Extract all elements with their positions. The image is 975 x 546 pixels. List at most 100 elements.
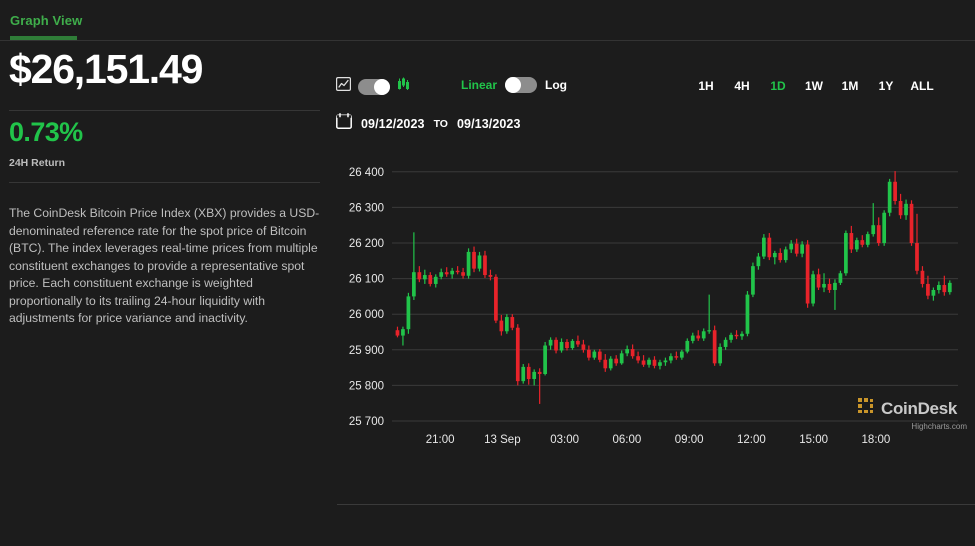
chart-type-toggle-group (336, 77, 410, 96)
x-axis-tick-label: 18:00 (862, 434, 891, 446)
candlestick (477, 251, 482, 272)
candlestick-chart-icon[interactable] (397, 77, 410, 96)
candlestick (805, 240, 810, 308)
candlestick (592, 349, 597, 360)
y-axis-tick-label: 25 800 (349, 380, 384, 392)
candlestick (565, 339, 569, 351)
candlestick (701, 328, 706, 341)
calendar-icon[interactable] (336, 113, 352, 134)
scale-linear-label[interactable]: Linear (461, 78, 497, 92)
candlestick (433, 274, 438, 288)
candlestick (789, 240, 794, 253)
divider-top (9, 110, 320, 111)
candlestick (428, 272, 433, 287)
date-range-picker[interactable]: 09/12/2023 TO 09/13/2023 (336, 113, 521, 134)
scale-switch[interactable] (505, 77, 538, 93)
candlestick (499, 314, 504, 336)
graph-view-page: Graph View $26,151.49 0.73% 24H Return T… (0, 0, 975, 546)
candlestick (838, 270, 843, 286)
candlestick (882, 210, 887, 246)
x-axis-tick-label: 13 Sep (484, 434, 520, 446)
candlestick (439, 268, 444, 280)
candlestick (630, 344, 635, 359)
candlestick (937, 281, 941, 294)
x-axis-tick-label: 15:00 (799, 434, 828, 446)
coindesk-logo-icon (857, 397, 875, 420)
candlestick (887, 178, 892, 217)
candlestick (663, 357, 668, 366)
date-from[interactable]: 09/12/2023 (361, 117, 425, 131)
candlestick (718, 343, 722, 366)
tab-bar: Graph View (0, 0, 975, 41)
candlestick-chart[interactable]: 25 700 25 800 25 900 26 000 26 100 26 200 26 3… (330, 146, 975, 506)
candlestick (783, 246, 788, 263)
candlestick (915, 213, 919, 275)
range-button-1d[interactable]: 1D (760, 75, 796, 97)
candlestick (947, 280, 952, 295)
range-button-1m[interactable]: 1M (832, 75, 868, 97)
candlestick (800, 241, 805, 258)
candlestick (740, 331, 744, 340)
candlestick (876, 217, 881, 246)
candlestick (515, 324, 520, 386)
change-label: 24H Return (9, 157, 66, 169)
change-percent: 0.73% (9, 117, 83, 147)
candlestick (756, 252, 761, 270)
candlestick (690, 332, 695, 344)
candlestick (871, 203, 876, 237)
candlestick (860, 235, 865, 248)
y-axis-tick-label: 26 000 (349, 309, 384, 321)
range-button-1y[interactable]: 1Y (868, 75, 904, 97)
x-axis-tick-label: 12:00 (737, 434, 766, 446)
candlestick (762, 234, 766, 260)
candlestick (931, 287, 936, 301)
candlestick (401, 326, 405, 346)
candlestick (504, 314, 509, 334)
highcharts-credit[interactable]: Highcharts.com (911, 422, 967, 431)
candlestick (729, 332, 733, 343)
date-range-row: 09/12/2023 TO 09/13/2023 (330, 113, 975, 137)
candlestick (521, 364, 526, 384)
candlestick (406, 292, 411, 334)
price-value: $26,151.49 (9, 46, 203, 92)
line-chart-icon[interactable] (336, 77, 352, 96)
chart-type-switch[interactable] (358, 78, 390, 95)
date-to[interactable]: 09/13/2023 (457, 117, 521, 131)
range-button-4h[interactable]: 4H (724, 75, 760, 97)
chart-plot-area[interactable]: 25 700 25 800 25 900 26 000 26 100 26 200 26 3… (330, 146, 975, 506)
candlestick (510, 314, 515, 331)
scale-log-label[interactable]: Log (545, 78, 567, 92)
range-button-all[interactable]: ALL (904, 75, 940, 97)
candlestick (554, 337, 558, 354)
candlestick (893, 171, 897, 205)
candlestick (909, 200, 914, 246)
y-axis-tick-label: 26 200 (349, 238, 384, 250)
candlestick (827, 278, 832, 293)
candlestick (614, 355, 619, 366)
candlestick (450, 267, 455, 279)
candlestick (412, 232, 416, 300)
chart-panel: Linear Log 1H 4H 1D 1W 1M 1Y ALL 09/12/2… (330, 41, 975, 546)
candlestick (723, 337, 728, 350)
bottom-divider (337, 504, 975, 505)
candlestick (652, 356, 657, 369)
candlestick (778, 248, 783, 263)
candlestick (570, 339, 575, 350)
candlestick (816, 268, 821, 290)
candlestick (844, 230, 848, 276)
range-button-1h[interactable]: 1H (688, 75, 724, 97)
range-button-1w[interactable]: 1W (796, 75, 832, 97)
index-description: The CoinDesk Bitcoin Price Index (XBX) p… (9, 206, 320, 325)
y-axis-tick-label: 25 900 (349, 345, 384, 357)
candlestick (444, 267, 449, 277)
candlestick (898, 193, 903, 219)
x-axis-tick-label: 09:00 (675, 434, 704, 446)
candlestick (576, 335, 580, 347)
range-selector: 1H 4H 1D 1W 1M 1Y ALL (688, 75, 940, 97)
x-axis-tick-label: 06:00 (612, 434, 641, 446)
candlestick (532, 369, 537, 386)
candlestick (772, 250, 777, 265)
candlestick (658, 359, 662, 370)
tab-graph-view[interactable]: Graph View (10, 13, 82, 28)
candlestick (395, 326, 400, 338)
